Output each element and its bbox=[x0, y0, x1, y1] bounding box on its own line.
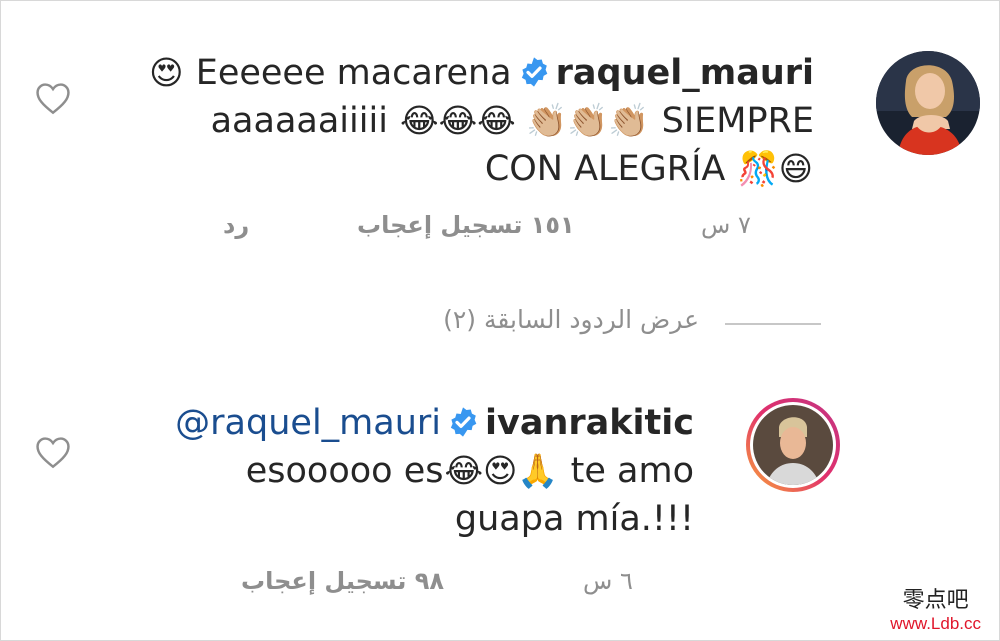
view-previous-replies[interactable]: عرض الردود السابقة (٢) bbox=[401, 303, 821, 343]
verified-badge-icon bbox=[518, 56, 550, 88]
like-heart-icon[interactable] bbox=[34, 435, 72, 469]
comment-timestamp: ٦ س bbox=[583, 567, 633, 595]
comment-line: 😍 Eeeeee macarena raquel_mauri bbox=[148, 49, 814, 97]
emoji: 😂😂😂 👏🏼👏🏼👏🏼 bbox=[400, 101, 650, 140]
comment-text: aaaaaaiiiii bbox=[210, 101, 400, 141]
comment-likes-count[interactable]: ١٥١ تسجيل إعجاب bbox=[357, 211, 575, 239]
comment-text: te amo bbox=[559, 451, 694, 491]
avatar-raquel-mauri[interactable] bbox=[876, 51, 980, 155]
comment-text: SIEMPRE bbox=[650, 101, 814, 141]
comment-line: @raquel_mauri ivanrakitic bbox=[175, 399, 694, 447]
comment-line: CON ALEGRÍA 🎊😄 bbox=[148, 145, 814, 193]
comment-line: aaaaaaiiiii 😂😂😂 👏🏼👏🏼👏🏼 SIEMPRE bbox=[148, 97, 814, 145]
reply-button[interactable]: رد bbox=[223, 211, 249, 239]
watermark-logo-text: 零点吧 bbox=[902, 588, 969, 613]
comment-body: @raquel_mauri ivanrakitic esooooo es😂😍🙏 t… bbox=[175, 399, 694, 543]
comment-thread: 😍 Eeeeee macarena raquel_mauri aaaaaaiiii… bbox=[0, 0, 1000, 641]
watermark-url: www.Ldb.cc bbox=[890, 614, 981, 633]
comment-text: CON ALEGRÍA bbox=[484, 149, 737, 189]
comment-line: guapa mía.!!! bbox=[175, 495, 694, 543]
emoji: 🎊😄 bbox=[737, 149, 814, 188]
view-previous-replies-label[interactable]: عرض الردود السابقة (٢) bbox=[443, 305, 699, 334]
comment-body: 😍 Eeeeee macarena raquel_mauri aaaaaaiiii… bbox=[148, 49, 814, 193]
like-heart-icon[interactable] bbox=[34, 81, 72, 115]
emoji: 😂😍🙏 bbox=[444, 451, 559, 490]
comment-line: esooooo es😂😍🙏 te amo bbox=[175, 447, 694, 495]
comment-text: esooooo es bbox=[245, 451, 444, 491]
divider bbox=[725, 323, 821, 325]
avatar-ivanrakitic[interactable] bbox=[745, 397, 841, 493]
comment-username[interactable]: ivanrakitic bbox=[485, 403, 694, 443]
watermark: 零点吧 www.Ldb.cc bbox=[890, 582, 981, 634]
comment-timestamp: ٧ س bbox=[701, 211, 751, 239]
comment-text: guapa mía.!!! bbox=[454, 499, 694, 539]
emoji: 😍 bbox=[149, 53, 184, 92]
comment-mention[interactable]: @raquel_mauri bbox=[175, 403, 441, 443]
comment-username[interactable]: raquel_mauri bbox=[556, 53, 814, 93]
verified-badge-icon bbox=[447, 406, 479, 438]
comment-text: Eeeeee macarena bbox=[184, 53, 512, 93]
comment-likes-count[interactable]: ٩٨ تسجيل إعجاب bbox=[241, 567, 444, 595]
